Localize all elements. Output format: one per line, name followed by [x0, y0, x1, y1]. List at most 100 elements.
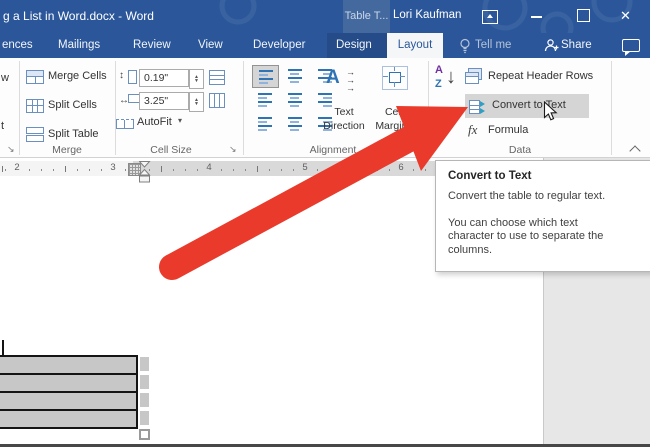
- contextual-tab-group-table-tools[interactable]: Table T...: [343, 0, 390, 33]
- convert-to-text-arrow-icon: [480, 101, 485, 107]
- formula-label: Formula: [488, 124, 528, 136]
- tab-design[interactable]: Design: [336, 39, 372, 51]
- autofit-dropdown-icon: ▾: [178, 116, 182, 125]
- share-person-icon: [544, 38, 559, 53]
- tooltip-body-1: Convert the table to regular text.: [448, 190, 648, 204]
- tab-view[interactable]: View: [198, 39, 223, 51]
- tooltip-title: Convert to Text: [448, 170, 648, 182]
- tooltip-body-2: You can choose which text character to u…: [448, 217, 620, 258]
- ruler-number: 5: [300, 162, 309, 173]
- align-top-left-icon: [259, 70, 273, 84]
- merge-cells-button[interactable]: Merge Cells: [26, 69, 114, 87]
- autofit-icon: [116, 119, 134, 129]
- rows-columns-dialog-launcher-icon[interactable]: ↘: [7, 145, 15, 154]
- cell-margins-label-2: Margins: [370, 120, 418, 133]
- text-direction-label-1: Text: [318, 106, 370, 119]
- align-center-button[interactable]: [282, 89, 307, 110]
- ruler-number: 3: [108, 162, 117, 173]
- sort-a-icon: A: [435, 64, 443, 76]
- repeat-header-rows-button[interactable]: Repeat Header Rows: [464, 67, 592, 87]
- sort-label: Sort: [432, 106, 462, 119]
- clipped-button-label-w[interactable]: w: [1, 72, 9, 84]
- comments-icon[interactable]: [622, 39, 640, 52]
- table-resize-handle[interactable]: [139, 429, 150, 440]
- merge-group-label: Merge: [19, 144, 115, 156]
- ruler-number: 2: [12, 162, 21, 173]
- column-width-input[interactable]: [139, 92, 189, 110]
- signed-in-user[interactable]: Lori Kaufman: [393, 9, 461, 21]
- cell-margins-label-1: Cell: [370, 106, 418, 119]
- convert-to-text-icon: [469, 100, 480, 114]
- title-bar: g a List in Word.docx - Word Table T... …: [0, 0, 650, 33]
- tell-me-box[interactable]: Tell me: [475, 39, 511, 51]
- cell-size-group-label: Cell Size: [115, 144, 227, 156]
- column-width-spinner[interactable]: ▲ ▼: [189, 92, 204, 112]
- row-height-icon: ↕: [119, 70, 124, 81]
- ribbon-tab-row: ences Mailings Review View Developer Des…: [0, 33, 650, 58]
- ruler-number: 4: [204, 162, 213, 173]
- row-height-icon-box: [128, 70, 137, 84]
- convert-to-text-button[interactable]: Convert to Text: [465, 94, 589, 118]
- spin-down-icon[interactable]: ▼: [194, 102, 199, 106]
- ribbon-display-up-arrow-icon: [487, 14, 493, 18]
- split-cells-label: Split Cells: [48, 99, 97, 111]
- cell-margins-icon: [382, 66, 408, 90]
- align-bottom-center-icon: [288, 117, 302, 131]
- row-height-spinner[interactable]: ▲ ▼: [189, 69, 204, 89]
- close-button[interactable]: ✕: [620, 8, 631, 24]
- convert-to-text-tooltip: Convert to Text Convert the table to reg…: [435, 160, 650, 272]
- window-title: g a List in Word.docx - Word: [3, 9, 154, 23]
- row-height-input[interactable]: [139, 69, 189, 87]
- data-group-label: Data: [428, 144, 612, 156]
- end-of-row-marker: [140, 411, 149, 425]
- ruler-indent-markers[interactable]: [139, 161, 151, 184]
- document-table-selected[interactable]: [0, 355, 138, 429]
- split-cells-icon: [26, 99, 44, 113]
- end-of-row-marker: [140, 375, 149, 389]
- sort-down-arrow-icon: ↓: [446, 66, 456, 89]
- tab-review[interactable]: Review: [133, 39, 171, 51]
- align-bottom-left-icon: [258, 117, 272, 131]
- split-table-icon: [26, 127, 44, 134]
- table-row[interactable]: [0, 375, 136, 393]
- word-window: g a List in Word.docx - Word Table T... …: [0, 0, 650, 447]
- align-center-left-button[interactable]: [252, 89, 277, 110]
- tab-mailings[interactable]: Mailings: [58, 39, 100, 51]
- lightbulb-icon: [459, 38, 471, 54]
- formula-button[interactable]: fx Formula: [464, 121, 564, 141]
- cell-size-dialog-launcher-icon[interactable]: ↘: [229, 145, 237, 154]
- sort-button[interactable]: A Z ↓ Sort: [432, 64, 462, 124]
- end-of-row-marker: [140, 393, 149, 407]
- formula-fx-icon: fx: [468, 122, 477, 138]
- split-cells-button[interactable]: Split Cells: [26, 98, 114, 116]
- spin-down-icon[interactable]: ▼: [194, 79, 199, 83]
- align-bottom-left-button[interactable]: [252, 113, 277, 134]
- autofit-button[interactable]: AutoFit ▾: [116, 114, 196, 132]
- text-direction-arrows-icon: →→→: [346, 68, 355, 92]
- autofit-label: AutoFit: [137, 116, 172, 128]
- align-center-icon: [288, 93, 302, 107]
- ruler-number: 6: [396, 162, 405, 173]
- collapse-ribbon-chevron-icon[interactable]: [629, 145, 640, 156]
- table-row[interactable]: [0, 393, 136, 411]
- tab-developer[interactable]: Developer: [253, 39, 305, 51]
- tab-layout-active[interactable]: Layout: [387, 33, 443, 58]
- distribute-columns-button[interactable]: [209, 93, 225, 108]
- table-row[interactable]: [0, 357, 136, 375]
- split-table-button[interactable]: Split Table: [26, 127, 114, 145]
- align-bottom-center-button[interactable]: [282, 113, 307, 134]
- distribute-rows-button[interactable]: [209, 70, 225, 85]
- table-row[interactable]: [0, 411, 136, 427]
- tab-references-clipped[interactable]: ences: [2, 39, 33, 51]
- cell-margins-button[interactable]: Cell Margins: [370, 63, 418, 143]
- clipped-button-label-t[interactable]: t: [1, 120, 4, 132]
- minimize-button[interactable]: [531, 16, 542, 18]
- text-direction-button[interactable]: A →→→ Text Direction: [318, 63, 370, 143]
- alignment-group-label: Alignment: [243, 144, 423, 156]
- maximize-button[interactable]: [577, 9, 590, 22]
- ribbon-display-options-button[interactable]: [482, 10, 498, 24]
- align-top-center-button[interactable]: [282, 65, 307, 86]
- share-button[interactable]: Share: [561, 39, 592, 51]
- align-top-left-button[interactable]: [252, 65, 279, 88]
- merge-cells-icon: [26, 70, 44, 84]
